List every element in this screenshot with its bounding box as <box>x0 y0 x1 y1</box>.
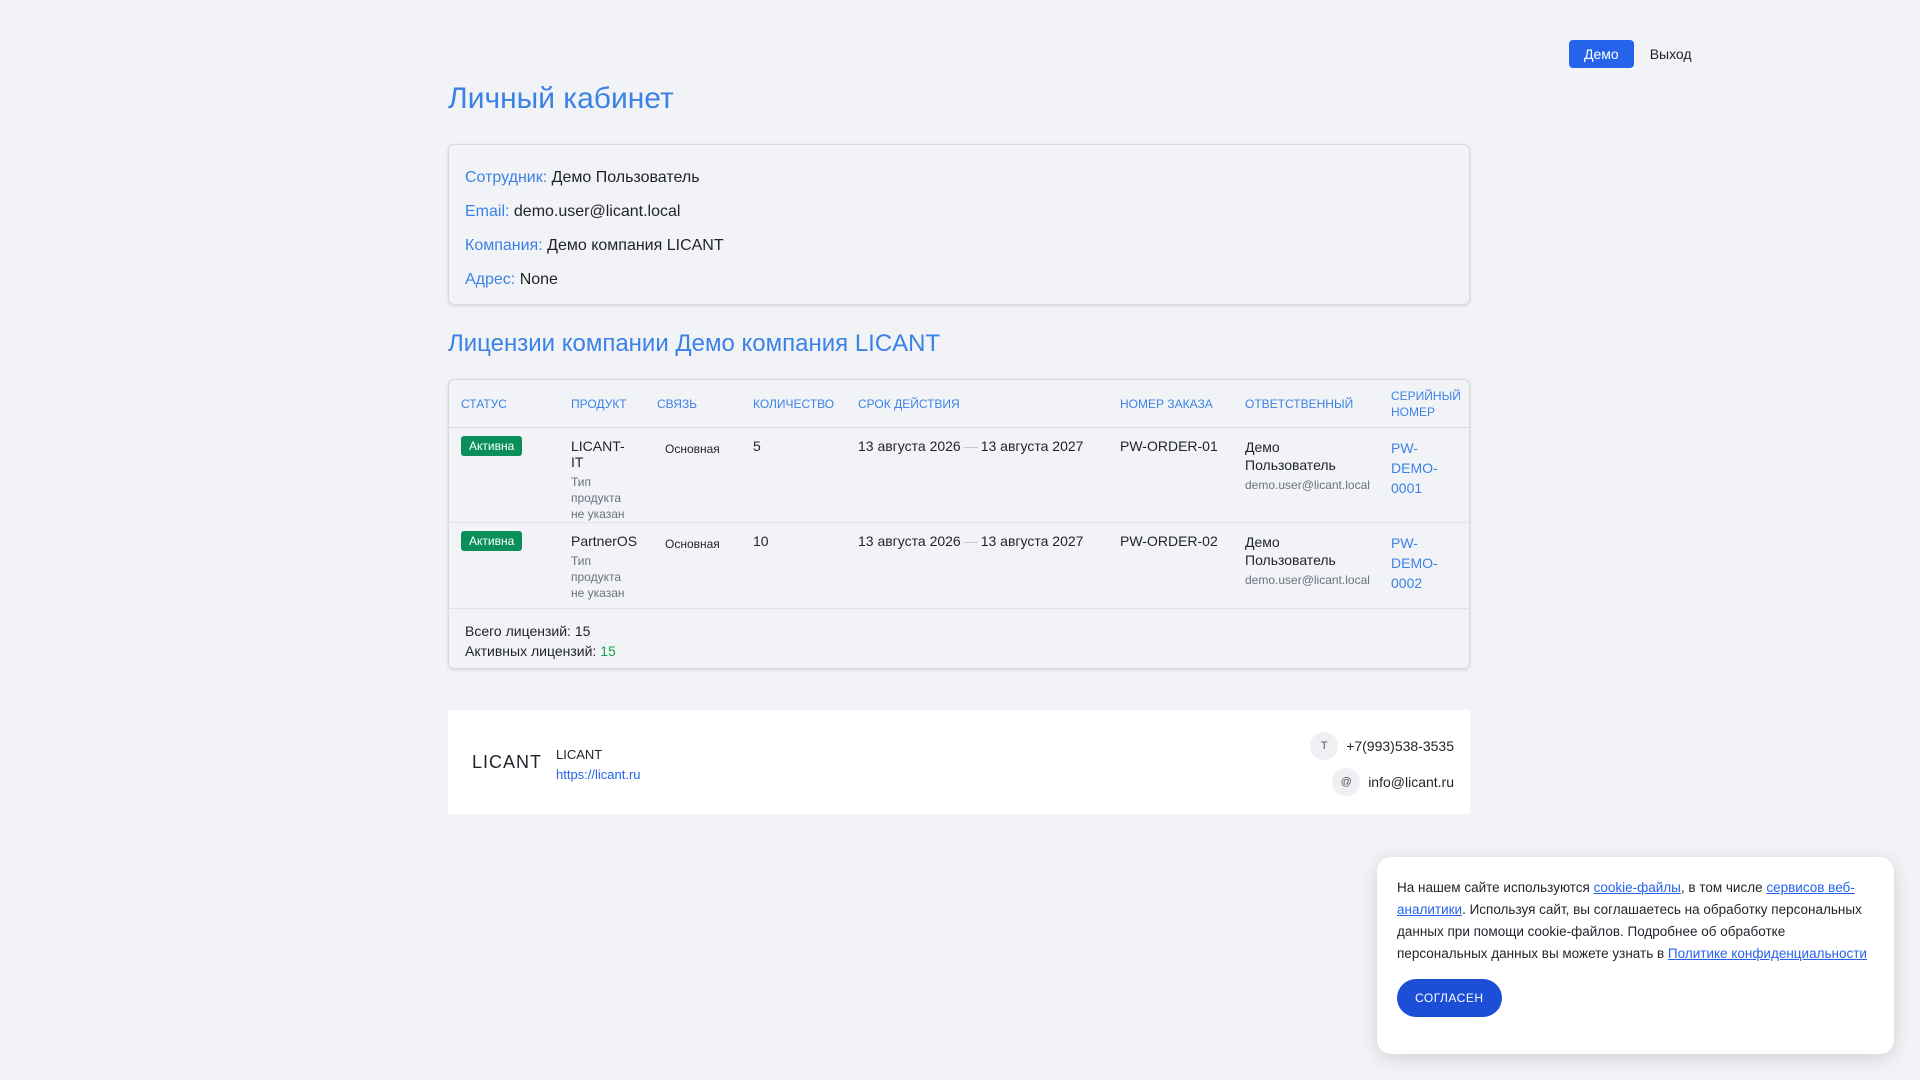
total-value: 15 <box>574 623 591 639</box>
status-cell: Активна <box>449 522 559 609</box>
validity-cell: 13 августа 2026—13 августа 2027 <box>846 522 1108 609</box>
quantity-value: 10 <box>753 533 769 549</box>
employee-row: Сотрудник: Демо Пользователь <box>465 161 1453 195</box>
email-value: demo.user@licant.local <box>513 203 681 220</box>
total-label: Всего лицензий: <box>465 623 571 639</box>
email-row: Email: demo.user@licant.local <box>465 195 1453 229</box>
date-to: 13 августа 2027 <box>980 533 1084 549</box>
logout-button[interactable]: Выход <box>1650 46 1692 62</box>
employee-value: Демо Пользователь <box>551 169 700 186</box>
licenses-title: Лицензии компании Демо компания LICANT <box>448 330 941 357</box>
email-label: Email: <box>465 203 510 220</box>
address-row: Адрес: None <box>465 263 1453 297</box>
responsible-cell: Демо Пользователь demo.user@licant.local <box>1233 427 1379 523</box>
footer: LICANT LICANT https://licant.ru T +7(993… <box>448 710 1470 814</box>
product-type: Тип продукта не указан <box>571 475 625 521</box>
order-number: PW-ORDER-02 <box>1120 533 1218 549</box>
footer-company-link[interactable]: https://licant.ru <box>556 767 641 782</box>
col-order: Номер заказа <box>1108 380 1233 428</box>
table-header-row: Статус Продукт Связь Количество Срок дей… <box>449 380 1469 428</box>
email-icon: @ <box>1332 768 1361 796</box>
cookie-files-link[interactable]: cookie-файлы <box>1594 880 1681 895</box>
status-cell: Активна <box>449 427 559 523</box>
company-row: Компания: Демо компания LICANT <box>465 229 1453 263</box>
privacy-policy-link[interactable]: Политике конфиденциальности <box>1668 946 1867 961</box>
quantity-value: 5 <box>753 438 761 454</box>
active-value: 15 <box>600 643 616 659</box>
cookie-text-part: , в том числе <box>1680 880 1767 895</box>
status-badge[interactable]: Активна <box>461 436 523 456</box>
address-value: None <box>519 271 558 288</box>
footer-company-name: LICANT <box>556 747 603 762</box>
link-type: Основная <box>665 537 720 551</box>
col-validity: Срок действия <box>846 380 1108 428</box>
product-cell: LICANT-IT Тип продукта не указан <box>559 427 645 523</box>
company-label: Компания: <box>465 237 543 254</box>
top-nav: Демо Выход <box>1569 40 1692 68</box>
responsible-name: Демо Пользователь <box>1245 534 1336 568</box>
order-cell: PW-ORDER-02 <box>1108 522 1233 609</box>
page-title: Личный кабинет <box>448 82 674 115</box>
product-cell: PartnerOS Тип продукта не указан <box>559 522 645 609</box>
license-totals: Всего лицензий: 15 Активных лицензий: 15 <box>449 609 1469 668</box>
profile-card: Сотрудник: Демо Пользователь Email: demo… <box>448 144 1470 305</box>
responsible-cell: Демо Пользователь demo.user@licant.local <box>1233 522 1379 609</box>
order-number: PW-ORDER-01 <box>1120 438 1218 454</box>
company-value: Демо компания LICANT <box>547 237 724 254</box>
product-type: Тип продукта не указан <box>571 554 625 600</box>
active-licenses: Активных лицензий: 15 <box>465 641 1453 661</box>
serial-number-link[interactable]: PW-DEMO-0001 <box>1391 438 1459 498</box>
col-status: Статус <box>449 380 559 428</box>
table-row: Активна LICANT-IT Тип продукта не указан… <box>449 427 1469 523</box>
serial-number-link[interactable]: PW-DEMO-0002 <box>1391 533 1459 593</box>
date-to: 13 августа 2027 <box>980 438 1084 454</box>
cookie-text-part: На нашем сайте используются <box>1397 880 1594 895</box>
col-product: Продукт <box>559 380 645 428</box>
responsible-email: demo.user@licant.local <box>1245 478 1370 492</box>
col-serial: Серийный номер <box>1379 380 1469 428</box>
date-from: 13 августа 2026 <box>858 438 961 454</box>
licenses-card: Статус Продукт Связь Количество Срок дей… <box>448 379 1470 669</box>
licenses-table: Статус Продукт Связь Количество Срок дей… <box>449 380 1469 609</box>
product-name: LICANT-IT <box>571 438 625 470</box>
phone-icon: T <box>1310 732 1339 760</box>
email-address[interactable]: info@licant.ru <box>1368 774 1454 790</box>
employee-label: Сотрудник: <box>465 169 548 186</box>
footer-email[interactable]: @ info@licant.ru <box>1332 768 1454 796</box>
quantity-cell: 5 <box>741 427 846 523</box>
col-quantity: Количество <box>741 380 846 428</box>
address-label: Адрес: <box>465 271 516 288</box>
demo-button[interactable]: Демо <box>1569 40 1634 68</box>
cookie-accept-button[interactable]: СОГЛАСЕН <box>1397 979 1502 1017</box>
date-separator: — <box>963 438 978 454</box>
active-label: Активных лицензий: <box>465 643 597 659</box>
order-cell: PW-ORDER-01 <box>1108 427 1233 523</box>
phone-number[interactable]: +7(993)538-3535 <box>1346 738 1454 754</box>
responsible-email: demo.user@licant.local <box>1245 573 1370 587</box>
date-separator: — <box>963 533 978 549</box>
responsible-name: Демо Пользователь <box>1245 439 1336 473</box>
quantity-cell: 10 <box>741 522 846 609</box>
serial-cell: PW-DEMO-0002 <box>1379 522 1469 609</box>
serial-cell: PW-DEMO-0001 <box>1379 427 1469 523</box>
validity-cell: 13 августа 2026—13 августа 2027 <box>846 427 1108 523</box>
footer-company: LICANT https://licant.ru <box>556 745 641 785</box>
footer-phone[interactable]: T +7(993)538-3535 <box>1310 732 1454 760</box>
link-cell: Основная <box>645 427 741 523</box>
status-badge[interactable]: Активна <box>461 531 523 551</box>
table-row: Активна PartnerOS Тип продукта не указан… <box>449 522 1469 609</box>
col-link: Связь <box>645 380 741 428</box>
total-licenses: Всего лицензий: 15 <box>465 621 1453 641</box>
date-from: 13 августа 2026 <box>858 533 961 549</box>
cookie-banner: На нашем сайте используются cookie-файлы… <box>1377 857 1894 1054</box>
col-responsible: Ответственный <box>1233 380 1379 428</box>
footer-logo: LICANT <box>472 752 543 772</box>
link-type: Основная <box>665 442 720 456</box>
link-cell: Основная <box>645 522 741 609</box>
cookie-text: На нашем сайте используются cookie-файлы… <box>1397 877 1874 965</box>
product-name: PartnerOS <box>571 533 638 549</box>
